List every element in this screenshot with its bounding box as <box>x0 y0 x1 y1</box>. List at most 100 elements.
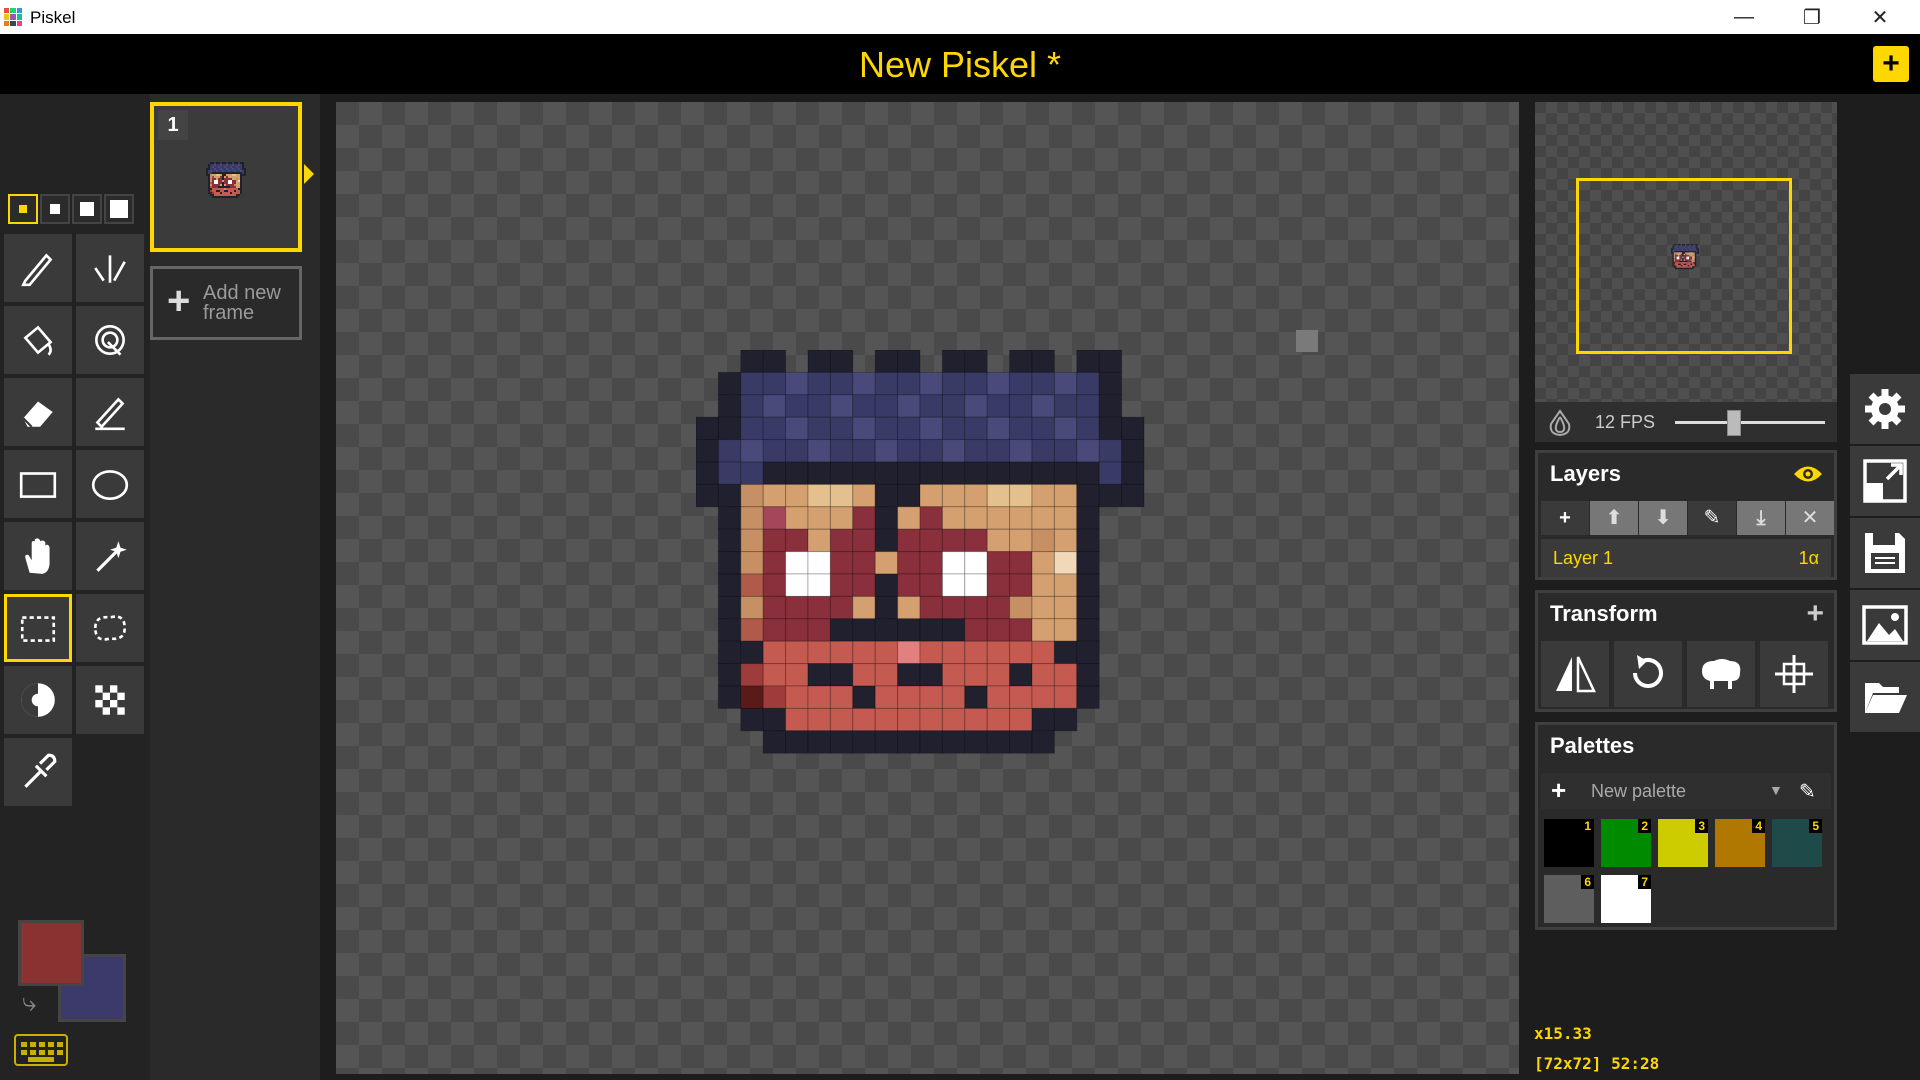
sprite-pixel <box>236 170 238 172</box>
transform-plus-icon[interactable]: + <box>1806 597 1824 631</box>
frame-tile[interactable]: 1 <box>150 102 302 252</box>
move-tool[interactable] <box>4 522 72 590</box>
sprite-pixel <box>1693 259 1695 261</box>
layer-opacity[interactable]: 1α <box>1799 548 1819 569</box>
sprite-pixel <box>1676 246 1678 249</box>
palette-color-swatch[interactable]: 5 <box>1772 819 1822 867</box>
export-button[interactable] <box>1850 590 1920 660</box>
sprite-pixel <box>1692 265 1694 267</box>
sprite-pixel <box>1672 253 1674 256</box>
pen-size-2[interactable] <box>40 194 70 224</box>
sprite-pixel <box>964 416 988 441</box>
add-palette-icon[interactable]: + <box>1551 775 1566 806</box>
color-picker-tool[interactable] <box>4 738 72 806</box>
sprite-pixel <box>852 618 876 642</box>
add-new-frame-button[interactable]: + Add new frame <box>150 266 302 340</box>
palette-color-swatch[interactable]: 4 <box>1715 819 1765 867</box>
palette-color-swatch[interactable]: 2 <box>1601 819 1651 867</box>
palette-color-swatch[interactable]: 3 <box>1658 819 1708 867</box>
sprite-pixel <box>236 188 238 190</box>
sprite-pixel <box>1682 263 1684 265</box>
fps-slider-track[interactable] <box>1675 421 1825 424</box>
sprite-pixel <box>1689 255 1691 257</box>
fps-slider-handle[interactable] <box>1727 410 1741 436</box>
sprite-pixel <box>874 371 899 396</box>
clone-button[interactable] <box>1687 641 1755 707</box>
rotate-button[interactable] <box>1614 641 1682 707</box>
sprite-pixel <box>1692 263 1694 265</box>
sprite-pixel <box>852 730 876 754</box>
sprite-pixel <box>242 166 244 168</box>
vertical-mirror-pen-tool[interactable] <box>76 234 144 302</box>
move-layer-up-icon[interactable]: ⬆ <box>1590 501 1638 535</box>
sprite-pixel <box>220 190 222 192</box>
center-button[interactable] <box>1760 641 1828 707</box>
sprite-pixel <box>216 196 218 198</box>
sprite-pixel <box>236 190 238 192</box>
eye-icon[interactable] <box>1792 463 1824 485</box>
save-button[interactable] <box>1850 518 1920 588</box>
restore-button[interactable]: ❐ <box>1780 0 1844 34</box>
drawing-canvas[interactable] <box>336 102 1519 1074</box>
sprite-pixel <box>216 180 218 182</box>
pen-size-4[interactable] <box>104 194 134 224</box>
swap-colors-icon[interactable]: ⤷ <box>22 987 37 1019</box>
sprite-pixel <box>208 192 210 194</box>
sprite-pixel <box>210 182 212 184</box>
paint-bucket-tool[interactable] <box>4 306 72 374</box>
sprite-pixel <box>1687 251 1690 253</box>
sprite-pixel <box>234 188 236 190</box>
pen-size-3[interactable] <box>72 194 102 224</box>
zoom-level: x15.33 <box>1534 1024 1592 1043</box>
sprite-pixel <box>897 439 921 463</box>
add-layer-icon[interactable]: + <box>1541 501 1589 535</box>
palette-color-swatch[interactable]: 1 <box>1544 819 1594 867</box>
palette-color-swatch[interactable]: 7 <box>1601 875 1651 923</box>
sprite-pixel-art[interactable] <box>696 350 1176 790</box>
sprite-pixel <box>785 439 809 463</box>
circle-tool[interactable] <box>76 450 144 518</box>
sprite-pixel <box>941 506 966 530</box>
dropdown-arrow-icon[interactable]: ▼ <box>1769 782 1783 798</box>
animation-preview[interactable] <box>1535 102 1837 402</box>
dithering-tool[interactable] <box>76 666 144 734</box>
close-button[interactable]: ✕ <box>1848 0 1912 34</box>
flip-button[interactable] <box>1541 641 1609 707</box>
pen-tool[interactable] <box>4 234 72 302</box>
shape-selection-tool[interactable] <box>76 522 144 590</box>
settings-button[interactable] <box>1850 374 1920 444</box>
sprite-pixel <box>226 178 228 180</box>
keyboard-shortcuts-icon[interactable] <box>14 1034 68 1066</box>
pen-size-1[interactable] <box>8 194 38 224</box>
center-icon <box>1775 655 1813 693</box>
piskel-title[interactable]: New Piskel * <box>0 44 1920 86</box>
onion-skin-icon[interactable] <box>1545 408 1575 438</box>
sprite-pixel <box>986 663 1011 687</box>
merge-layer-icon[interactable]: ⤓ <box>1737 501 1785 535</box>
rectangle-tool[interactable] <box>4 450 72 518</box>
sprite-pixel <box>234 190 236 192</box>
sprite-pixel <box>240 188 242 190</box>
rectangle-selection-tool[interactable] <box>4 594 72 662</box>
sprite-pixel <box>222 184 224 186</box>
paint-same-pixels-tool[interactable] <box>76 306 144 374</box>
palette-select[interactable]: New palette <box>1591 781 1686 802</box>
delete-layer-icon[interactable]: ✕ <box>1786 501 1834 535</box>
eraser-tool[interactable] <box>4 378 72 446</box>
open-button[interactable] <box>1850 662 1920 732</box>
edit-layer-icon[interactable]: ✎ <box>1688 501 1736 535</box>
resize-button[interactable] <box>1850 446 1920 516</box>
minimize-button[interactable]: — <box>1712 0 1776 34</box>
sprite-pixel <box>230 182 232 184</box>
move-layer-down-icon[interactable]: ⬇ <box>1639 501 1687 535</box>
layer-item[interactable]: Layer 1 1α <box>1541 539 1831 577</box>
sprite-pixel <box>1676 265 1678 267</box>
lasso-selection-tool[interactable] <box>76 594 144 662</box>
sprite-pixel <box>226 164 228 166</box>
new-piskel-button[interactable]: + <box>1873 46 1909 82</box>
lighten-tool[interactable] <box>4 666 72 734</box>
primary-color-swatch[interactable] <box>18 920 84 986</box>
edit-palette-icon[interactable]: ✎ <box>1799 779 1816 804</box>
palette-color-swatch[interactable]: 6 <box>1544 875 1594 923</box>
stroke-tool[interactable] <box>76 378 144 446</box>
